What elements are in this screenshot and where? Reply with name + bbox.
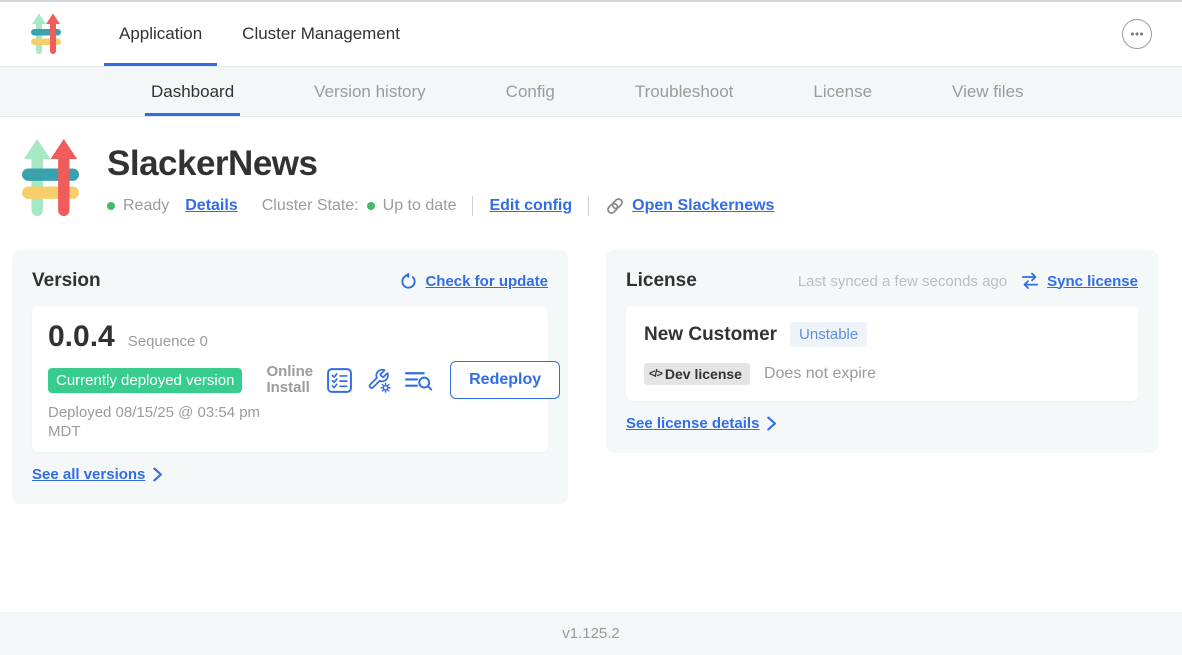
double-arrows-icon [1020, 272, 1040, 290]
tab-version-history-label: Version history [314, 82, 426, 102]
install-type-line2: Install [266, 379, 309, 396]
details-link[interactable]: Details [185, 197, 237, 215]
customer-name: New Customer [644, 324, 777, 346]
checklist-icon [326, 367, 353, 394]
cluster-state-label: Cluster State: [262, 197, 359, 215]
divider [472, 196, 473, 216]
last-synced-label: Last synced a few seconds ago [798, 273, 1007, 290]
cluster-state-value: Up to date [383, 197, 457, 215]
sync-license-link[interactable]: Sync license [1020, 272, 1138, 290]
tab-config[interactable]: Config [500, 67, 561, 116]
tab-dashboard-label: Dashboard [151, 82, 234, 102]
install-type-label: Online Install [266, 364, 313, 397]
see-all-versions-label: See all versions [32, 466, 145, 483]
redeploy-button[interactable]: Redeploy [450, 361, 560, 399]
chevron-right-icon [766, 416, 777, 431]
tab-license-label: License [813, 82, 872, 102]
ellipsis-icon [1128, 25, 1146, 43]
tab-dashboard[interactable]: Dashboard [145, 67, 240, 116]
version-card: Version Check for update 0.0.4 Sequence … [12, 250, 568, 504]
view-config-button[interactable] [365, 367, 392, 394]
open-app-link-label: Open Slackernews [632, 197, 774, 215]
current-version-panel: 0.0.4 Sequence 0 Currently deployed vers… [32, 306, 548, 452]
tab-troubleshoot[interactable]: Troubleshoot [629, 67, 740, 116]
cluster-state-dot [367, 202, 375, 210]
tab-license[interactable]: License [807, 67, 878, 116]
app-logo-icon [22, 134, 79, 222]
refresh-icon [399, 272, 418, 291]
nav-tab-application-label: Application [119, 24, 202, 44]
app-sub-nav: Dashboard Version history Config Trouble… [0, 66, 1182, 117]
wrench-gear-icon [365, 367, 392, 394]
see-license-details-label: See license details [626, 415, 759, 432]
edit-config-link[interactable]: Edit config [489, 197, 572, 215]
license-card-title: License [626, 270, 697, 292]
code-icon: </> [649, 368, 662, 380]
license-type-label: Dev license [665, 366, 742, 382]
divider [588, 196, 589, 216]
see-license-details-link[interactable]: See license details [626, 415, 777, 432]
console-version: v1.125.2 [562, 625, 620, 642]
version-card-title: Version [32, 270, 101, 292]
app-header: SlackerNews Ready Details Cluster State:… [0, 117, 1182, 222]
dashboard-cards: Version Check for update 0.0.4 Sequence … [12, 250, 1158, 504]
app-status-row: Ready Details Cluster State: Up to date … [107, 196, 774, 216]
nav-tab-application[interactable]: Application [104, 2, 217, 66]
lines-magnifier-icon [404, 368, 433, 393]
channel-badge: Unstable [790, 322, 867, 347]
deployed-badge: Currently deployed version [48, 368, 242, 393]
tab-view-files[interactable]: View files [946, 67, 1030, 116]
app-status-label: Ready [123, 197, 169, 215]
sequence-label: Sequence 0 [128, 333, 208, 350]
slackernews-logo-icon [26, 11, 66, 57]
tab-version-history[interactable]: Version history [308, 67, 432, 116]
license-expiration: Does not expire [764, 365, 876, 383]
version-number: 0.0.4 [48, 320, 115, 354]
nav-tab-cluster-management[interactable]: Cluster Management [227, 2, 415, 66]
deploy-logs-button[interactable] [404, 368, 433, 393]
top-nav-tabs: Application Cluster Management [104, 2, 425, 66]
license-type-badge: </> Dev license [644, 363, 750, 385]
open-app-link[interactable]: Open Slackernews [605, 196, 774, 216]
brand-logo [26, 2, 66, 66]
tab-config-label: Config [506, 82, 555, 102]
tab-view-files-label: View files [952, 82, 1024, 102]
tab-troubleshoot-label: Troubleshoot [635, 82, 734, 102]
deployed-timestamp: Deployed 08/15/25 @ 03:54 pm MDT [48, 404, 263, 442]
chevron-right-icon [152, 467, 163, 482]
top-nav: Application Cluster Management [0, 2, 1182, 66]
preflight-checks-button[interactable] [326, 367, 353, 394]
license-card: License Last synced a few seconds ago Sy… [606, 250, 1158, 453]
nav-tab-cluster-management-label: Cluster Management [242, 24, 400, 44]
console-footer: v1.125.2 [0, 612, 1182, 655]
overflow-menu-button[interactable] [1122, 19, 1152, 49]
see-all-versions-link[interactable]: See all versions [32, 466, 163, 483]
app-status-dot [107, 202, 115, 210]
install-type-line1: Online [266, 363, 313, 380]
check-for-update-link[interactable]: Check for update [399, 272, 548, 291]
chain-link-icon [605, 196, 625, 216]
check-for-update-label: Check for update [425, 273, 548, 290]
license-detail-panel: New Customer Unstable </> Dev license Do… [626, 306, 1138, 401]
sync-license-label: Sync license [1047, 273, 1138, 290]
page-title: SlackerNews [107, 144, 774, 184]
